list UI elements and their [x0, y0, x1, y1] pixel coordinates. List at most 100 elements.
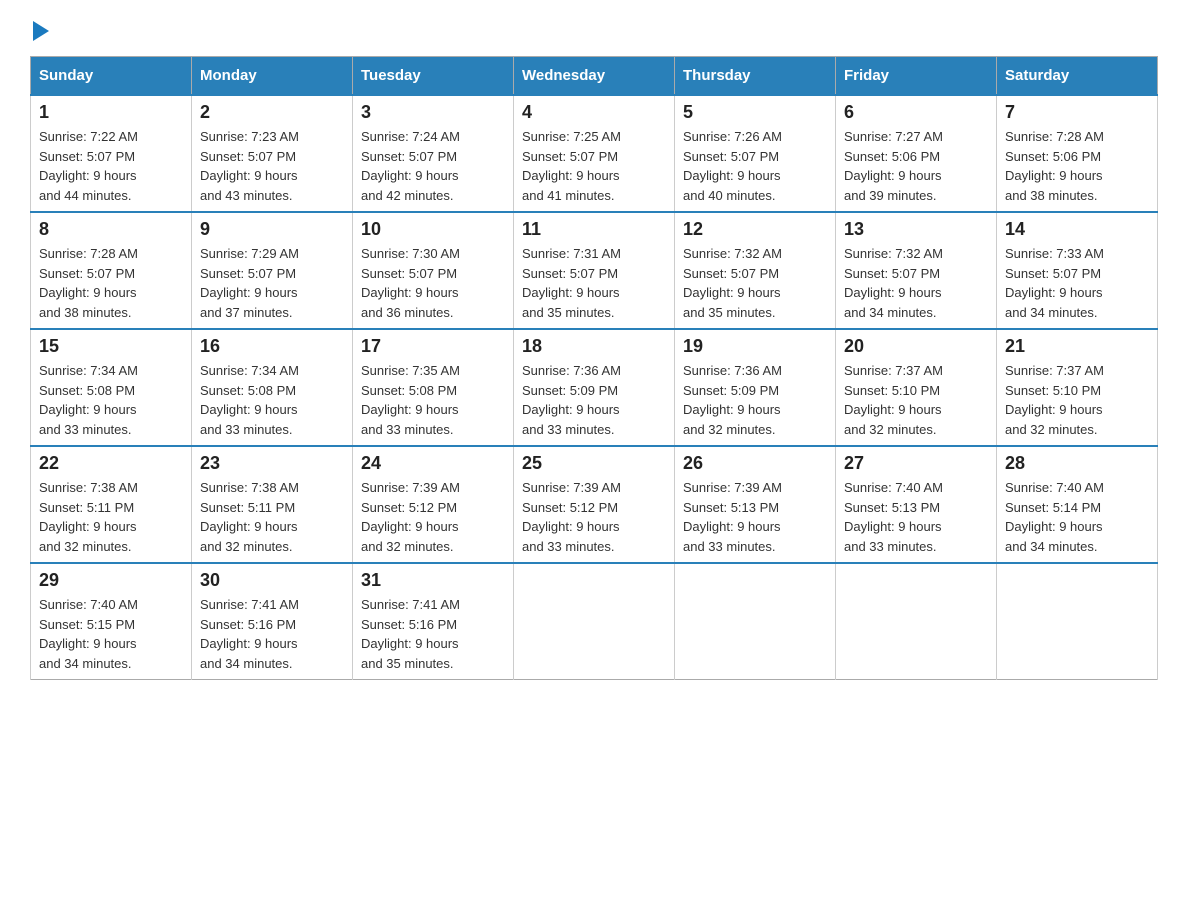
day-info: Sunrise: 7:36 AM Sunset: 5:09 PM Dayligh… [683, 361, 827, 439]
day-number: 5 [683, 102, 827, 123]
calendar-cell: 26 Sunrise: 7:39 AM Sunset: 5:13 PM Dayl… [675, 446, 836, 563]
day-info: Sunrise: 7:32 AM Sunset: 5:07 PM Dayligh… [683, 244, 827, 322]
calendar-cell: 9 Sunrise: 7:29 AM Sunset: 5:07 PM Dayli… [192, 212, 353, 329]
day-number: 28 [1005, 453, 1149, 474]
weekday-header-tuesday: Tuesday [353, 57, 514, 96]
day-number: 19 [683, 336, 827, 357]
day-number: 10 [361, 219, 505, 240]
day-info: Sunrise: 7:41 AM Sunset: 5:16 PM Dayligh… [200, 595, 344, 673]
weekday-header-sunday: Sunday [31, 57, 192, 96]
calendar-cell: 23 Sunrise: 7:38 AM Sunset: 5:11 PM Dayl… [192, 446, 353, 563]
calendar-cell: 25 Sunrise: 7:39 AM Sunset: 5:12 PM Dayl… [514, 446, 675, 563]
calendar-cell: 16 Sunrise: 7:34 AM Sunset: 5:08 PM Dayl… [192, 329, 353, 446]
day-info: Sunrise: 7:38 AM Sunset: 5:11 PM Dayligh… [200, 478, 344, 556]
weekday-header-monday: Monday [192, 57, 353, 96]
day-info: Sunrise: 7:40 AM Sunset: 5:14 PM Dayligh… [1005, 478, 1149, 556]
day-number: 1 [39, 102, 183, 123]
day-number: 30 [200, 570, 344, 591]
calendar-week-row: 29 Sunrise: 7:40 AM Sunset: 5:15 PM Dayl… [31, 563, 1158, 680]
day-info: Sunrise: 7:34 AM Sunset: 5:08 PM Dayligh… [39, 361, 183, 439]
day-info: Sunrise: 7:25 AM Sunset: 5:07 PM Dayligh… [522, 127, 666, 205]
weekday-header-thursday: Thursday [675, 57, 836, 96]
day-number: 3 [361, 102, 505, 123]
calendar-cell: 15 Sunrise: 7:34 AM Sunset: 5:08 PM Dayl… [31, 329, 192, 446]
calendar-cell: 22 Sunrise: 7:38 AM Sunset: 5:11 PM Dayl… [31, 446, 192, 563]
calendar-week-row: 15 Sunrise: 7:34 AM Sunset: 5:08 PM Dayl… [31, 329, 1158, 446]
day-number: 6 [844, 102, 988, 123]
calendar-cell: 2 Sunrise: 7:23 AM Sunset: 5:07 PM Dayli… [192, 95, 353, 212]
calendar-cell: 31 Sunrise: 7:41 AM Sunset: 5:16 PM Dayl… [353, 563, 514, 680]
day-info: Sunrise: 7:39 AM Sunset: 5:12 PM Dayligh… [361, 478, 505, 556]
day-number: 26 [683, 453, 827, 474]
day-number: 31 [361, 570, 505, 591]
calendar-cell: 28 Sunrise: 7:40 AM Sunset: 5:14 PM Dayl… [997, 446, 1158, 563]
calendar-week-row: 1 Sunrise: 7:22 AM Sunset: 5:07 PM Dayli… [31, 95, 1158, 212]
calendar-cell: 18 Sunrise: 7:36 AM Sunset: 5:09 PM Dayl… [514, 329, 675, 446]
calendar-cell: 21 Sunrise: 7:37 AM Sunset: 5:10 PM Dayl… [997, 329, 1158, 446]
day-info: Sunrise: 7:41 AM Sunset: 5:16 PM Dayligh… [361, 595, 505, 673]
day-number: 8 [39, 219, 183, 240]
weekday-header-saturday: Saturday [997, 57, 1158, 96]
calendar-cell: 5 Sunrise: 7:26 AM Sunset: 5:07 PM Dayli… [675, 95, 836, 212]
calendar-cell: 10 Sunrise: 7:30 AM Sunset: 5:07 PM Dayl… [353, 212, 514, 329]
calendar-week-row: 8 Sunrise: 7:28 AM Sunset: 5:07 PM Dayli… [31, 212, 1158, 329]
day-number: 16 [200, 336, 344, 357]
day-info: Sunrise: 7:40 AM Sunset: 5:13 PM Dayligh… [844, 478, 988, 556]
day-info: Sunrise: 7:28 AM Sunset: 5:07 PM Dayligh… [39, 244, 183, 322]
day-number: 15 [39, 336, 183, 357]
day-number: 18 [522, 336, 666, 357]
calendar-cell: 11 Sunrise: 7:31 AM Sunset: 5:07 PM Dayl… [514, 212, 675, 329]
weekday-header-row: SundayMondayTuesdayWednesdayThursdayFrid… [31, 57, 1158, 96]
day-number: 7 [1005, 102, 1149, 123]
calendar-cell: 20 Sunrise: 7:37 AM Sunset: 5:10 PM Dayl… [836, 329, 997, 446]
calendar-cell: 17 Sunrise: 7:35 AM Sunset: 5:08 PM Dayl… [353, 329, 514, 446]
day-info: Sunrise: 7:24 AM Sunset: 5:07 PM Dayligh… [361, 127, 505, 205]
day-number: 20 [844, 336, 988, 357]
day-info: Sunrise: 7:40 AM Sunset: 5:15 PM Dayligh… [39, 595, 183, 673]
day-info: Sunrise: 7:34 AM Sunset: 5:08 PM Dayligh… [200, 361, 344, 439]
day-number: 17 [361, 336, 505, 357]
calendar-cell: 30 Sunrise: 7:41 AM Sunset: 5:16 PM Dayl… [192, 563, 353, 680]
weekday-header-friday: Friday [836, 57, 997, 96]
day-info: Sunrise: 7:33 AM Sunset: 5:07 PM Dayligh… [1005, 244, 1149, 322]
calendar-cell: 14 Sunrise: 7:33 AM Sunset: 5:07 PM Dayl… [997, 212, 1158, 329]
calendar-cell [997, 563, 1158, 680]
calendar-cell [514, 563, 675, 680]
day-number: 2 [200, 102, 344, 123]
calendar-cell: 6 Sunrise: 7:27 AM Sunset: 5:06 PM Dayli… [836, 95, 997, 212]
day-number: 25 [522, 453, 666, 474]
calendar-table: SundayMondayTuesdayWednesdayThursdayFrid… [30, 56, 1158, 680]
day-info: Sunrise: 7:39 AM Sunset: 5:12 PM Dayligh… [522, 478, 666, 556]
day-info: Sunrise: 7:23 AM Sunset: 5:07 PM Dayligh… [200, 127, 344, 205]
day-info: Sunrise: 7:27 AM Sunset: 5:06 PM Dayligh… [844, 127, 988, 205]
logo-arrow-icon [33, 21, 49, 41]
day-info: Sunrise: 7:39 AM Sunset: 5:13 PM Dayligh… [683, 478, 827, 556]
day-number: 13 [844, 219, 988, 240]
day-info: Sunrise: 7:35 AM Sunset: 5:08 PM Dayligh… [361, 361, 505, 439]
day-info: Sunrise: 7:31 AM Sunset: 5:07 PM Dayligh… [522, 244, 666, 322]
weekday-header-wednesday: Wednesday [514, 57, 675, 96]
day-number: 4 [522, 102, 666, 123]
day-number: 12 [683, 219, 827, 240]
calendar-cell: 12 Sunrise: 7:32 AM Sunset: 5:07 PM Dayl… [675, 212, 836, 329]
calendar-cell: 3 Sunrise: 7:24 AM Sunset: 5:07 PM Dayli… [353, 95, 514, 212]
day-info: Sunrise: 7:30 AM Sunset: 5:07 PM Dayligh… [361, 244, 505, 322]
day-number: 21 [1005, 336, 1149, 357]
calendar-cell: 29 Sunrise: 7:40 AM Sunset: 5:15 PM Dayl… [31, 563, 192, 680]
page-header [30, 20, 1158, 40]
calendar-cell: 27 Sunrise: 7:40 AM Sunset: 5:13 PM Dayl… [836, 446, 997, 563]
day-info: Sunrise: 7:37 AM Sunset: 5:10 PM Dayligh… [844, 361, 988, 439]
day-number: 22 [39, 453, 183, 474]
calendar-cell: 4 Sunrise: 7:25 AM Sunset: 5:07 PM Dayli… [514, 95, 675, 212]
day-info: Sunrise: 7:38 AM Sunset: 5:11 PM Dayligh… [39, 478, 183, 556]
day-number: 27 [844, 453, 988, 474]
day-info: Sunrise: 7:36 AM Sunset: 5:09 PM Dayligh… [522, 361, 666, 439]
calendar-cell [675, 563, 836, 680]
day-info: Sunrise: 7:29 AM Sunset: 5:07 PM Dayligh… [200, 244, 344, 322]
calendar-cell: 7 Sunrise: 7:28 AM Sunset: 5:06 PM Dayli… [997, 95, 1158, 212]
day-info: Sunrise: 7:32 AM Sunset: 5:07 PM Dayligh… [844, 244, 988, 322]
day-info: Sunrise: 7:22 AM Sunset: 5:07 PM Dayligh… [39, 127, 183, 205]
calendar-week-row: 22 Sunrise: 7:38 AM Sunset: 5:11 PM Dayl… [31, 446, 1158, 563]
calendar-cell: 1 Sunrise: 7:22 AM Sunset: 5:07 PM Dayli… [31, 95, 192, 212]
day-info: Sunrise: 7:26 AM Sunset: 5:07 PM Dayligh… [683, 127, 827, 205]
